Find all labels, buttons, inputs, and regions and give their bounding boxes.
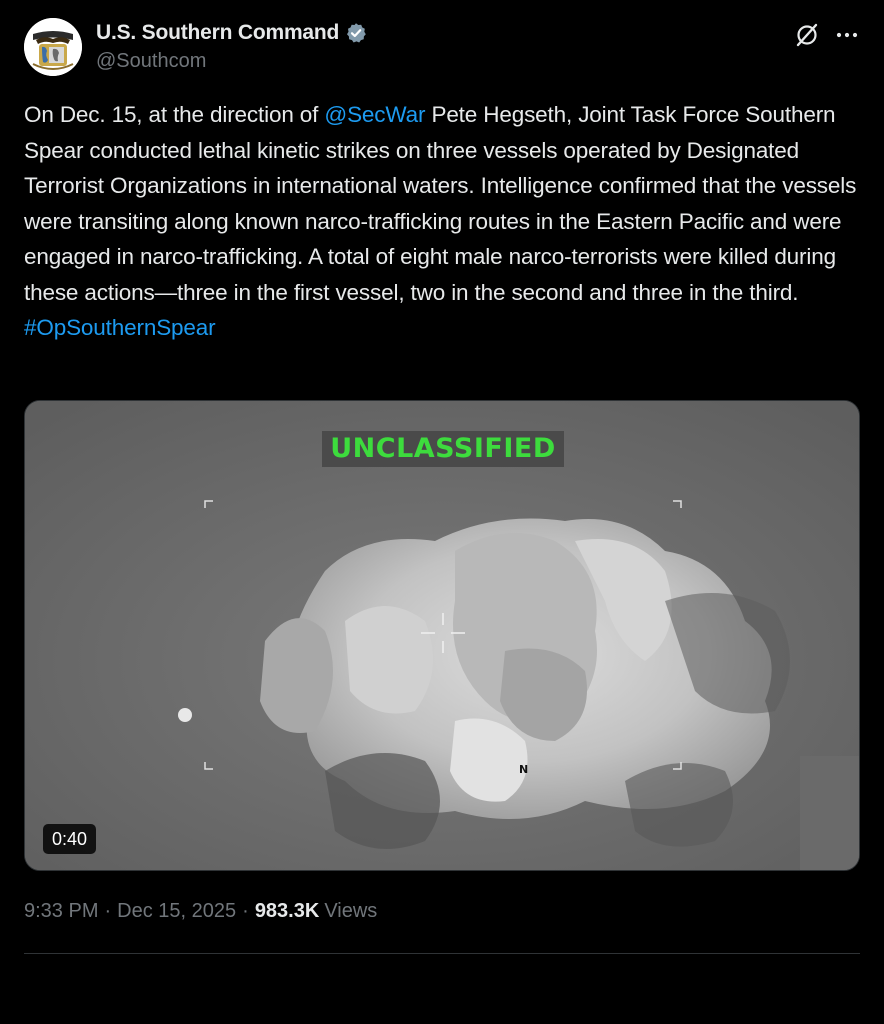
tweet-metadata: 9:33 PM · Dec 15, 2025 · 983.3K Views (24, 900, 377, 923)
tweet: U.S. Southern Command @Southcom On Dec. … (0, 0, 884, 1024)
grok-icon (796, 23, 818, 47)
video-player[interactable]: UNCLASSIFIED N 0:40 (24, 400, 860, 871)
author-name-row[interactable]: U.S. Southern Command (96, 20, 367, 46)
southcom-seal-logo (24, 18, 82, 76)
views-label: Views (324, 900, 378, 922)
tweet-time[interactable]: 9:33 PM (24, 900, 98, 923)
video-duration-badge: 0:40 (43, 824, 97, 854)
hashtag-link[interactable]: #OpSouthernSpear (24, 315, 216, 340)
display-name[interactable]: U.S. Southern Command (96, 21, 339, 45)
meta-separator: · (242, 900, 249, 922)
classification-label: UNCLASSIFIED (322, 431, 564, 467)
compass-north-label: N (519, 763, 529, 776)
tweet-text-part: On Dec. 15, at the direction of (24, 102, 325, 127)
grok-button[interactable] (790, 18, 824, 52)
author-handle[interactable]: @Southcom (96, 50, 206, 73)
tweet-text-part: Pete Hegseth, Joint Task Force Southern … (24, 102, 857, 305)
avatar[interactable] (24, 18, 82, 76)
strike-video-frame (25, 401, 859, 870)
verified-badge-icon (347, 23, 366, 43)
mention-link[interactable]: @SecWar (324, 102, 425, 127)
meta-separator: · (104, 900, 112, 922)
tweet-date[interactable]: Dec 15, 2025 (117, 900, 236, 923)
divider (24, 953, 860, 954)
views-count[interactable]: 983.3K (255, 900, 320, 923)
more-button[interactable] (830, 18, 864, 52)
more-horizontal-icon (836, 32, 858, 38)
tweet-text: On Dec. 15, at the direction of @SecWar … (24, 97, 866, 346)
